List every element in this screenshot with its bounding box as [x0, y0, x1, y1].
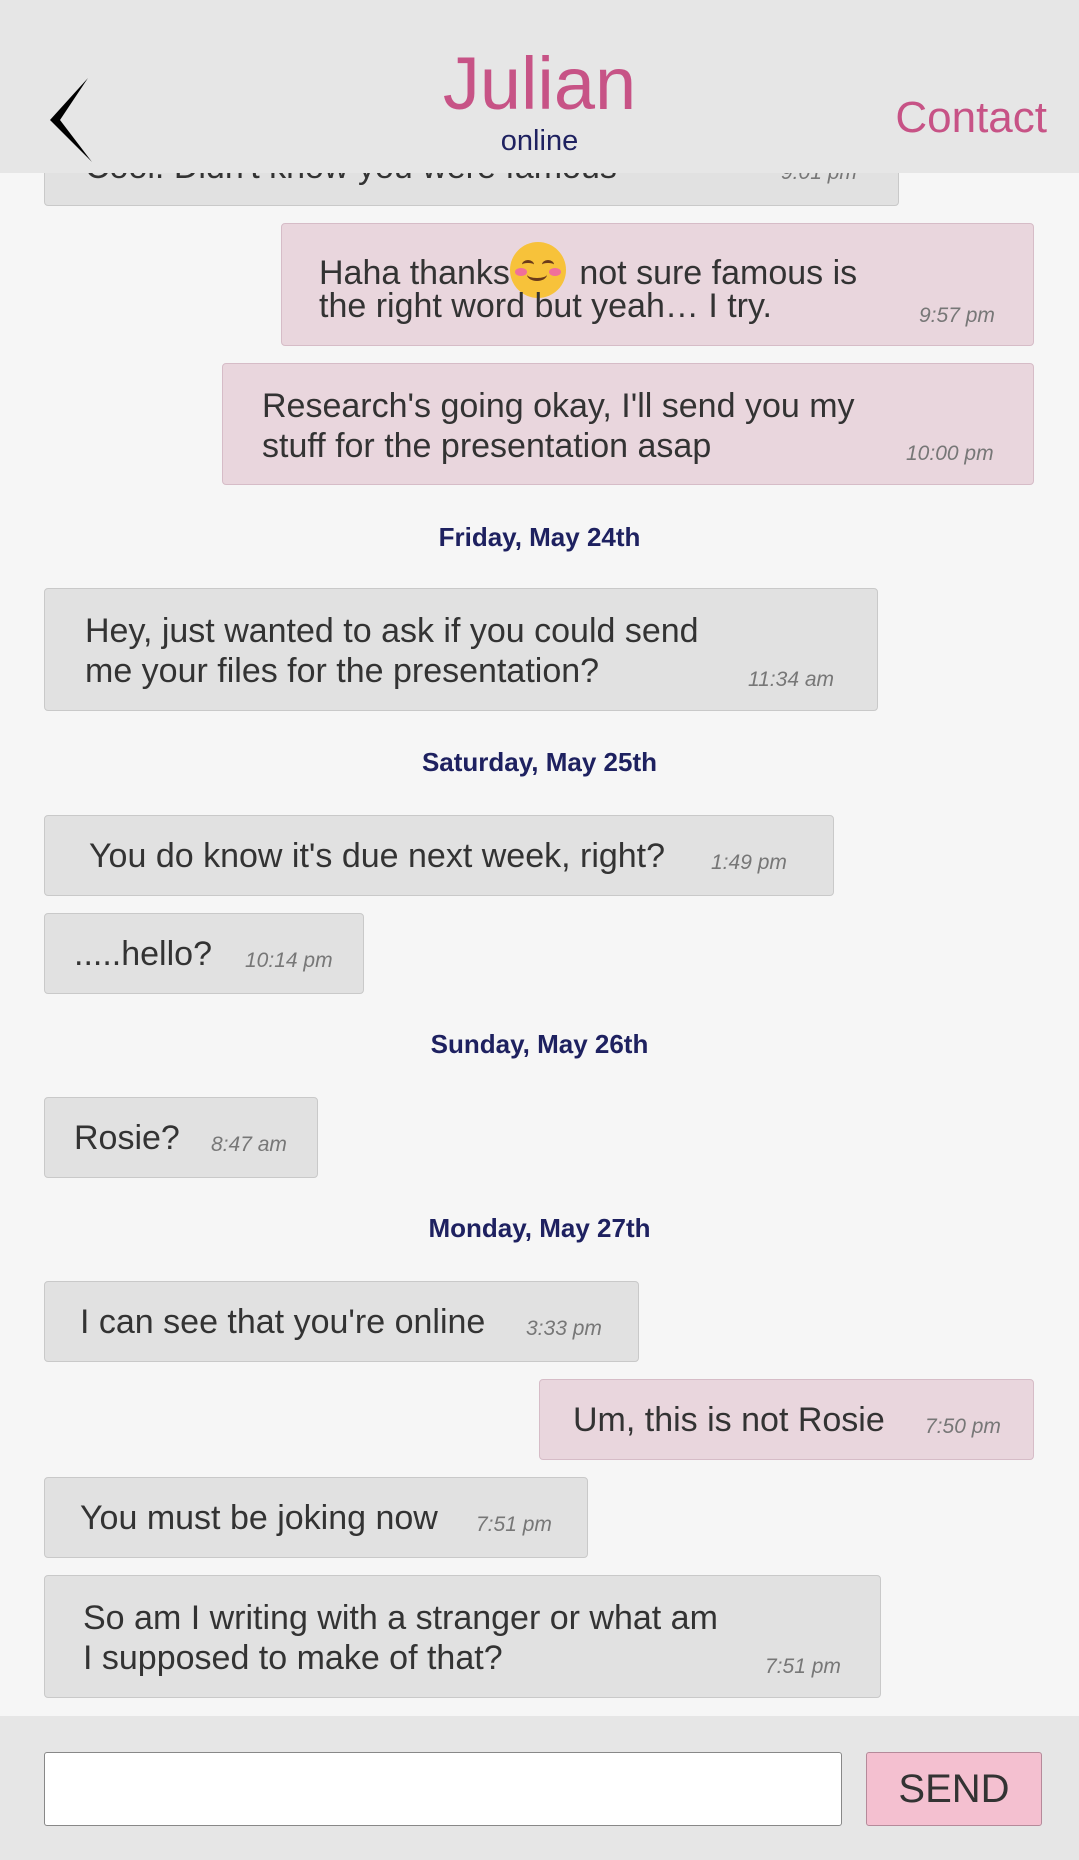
- message-list[interactable]: Cool. Didn't know you were famous 9:01 p…: [0, 0, 1079, 1716]
- message-text-line-1: Research's going okay, I'll send you my: [262, 387, 855, 425]
- day-separator: Friday, May 24th: [438, 522, 641, 552]
- day-separator: Sunday, May 26th: [430, 1029, 649, 1059]
- message-time: 7:50 pm: [925, 1415, 1001, 1438]
- message-incoming: So am I writing with a stranger or what …: [44, 1575, 881, 1698]
- message-outgoing: Haha thanks not sure famous is the right…: [281, 223, 1034, 346]
- send-button[interactable]: SEND: [866, 1752, 1042, 1826]
- message-outgoing: Um, this is not Rosie 7:50 pm: [539, 1379, 1034, 1460]
- message-time: 9:57 pm: [919, 304, 995, 327]
- message-text-line-2: the right word but yeah… I try.: [319, 287, 772, 325]
- day-separator: Monday, May 27th: [428, 1213, 651, 1243]
- message-time: 10:14 pm: [245, 949, 333, 972]
- message-text-line-2: stuff for the presentation asap: [262, 427, 712, 465]
- composer: SEND: [0, 1716, 1079, 1860]
- message-text: I can see that you're online: [80, 1303, 486, 1341]
- message-text-line-1: So am I writing with a stranger or what …: [83, 1599, 718, 1637]
- message-text-line-1: Hey, just wanted to ask if you could sen…: [85, 612, 699, 650]
- message-text: .....hello?: [74, 935, 212, 973]
- message-input[interactable]: [44, 1752, 842, 1826]
- message-incoming: You must be joking now 7:51 pm: [44, 1477, 588, 1558]
- message-outgoing: Research's going okay, I'll send you my …: [222, 363, 1034, 485]
- message-time: 10:00 pm: [906, 442, 994, 465]
- message-incoming: .....hello? 10:14 pm: [44, 913, 364, 994]
- message-time: 1:49 pm: [711, 851, 787, 874]
- contact-button[interactable]: Contact: [895, 92, 1047, 144]
- message-incoming: Hey, just wanted to ask if you could sen…: [44, 588, 878, 711]
- message-incoming: I can see that you're online 3:33 pm: [44, 1281, 639, 1362]
- message-incoming: Rosie? 8:47 am: [44, 1097, 318, 1178]
- message-time: 8:47 am: [211, 1133, 287, 1156]
- message-text: Rosie?: [74, 1119, 180, 1157]
- message-text-line-2: I supposed to make of that?: [83, 1639, 503, 1677]
- message-text: You must be joking now: [80, 1499, 438, 1537]
- message-time: 11:34 am: [748, 668, 834, 691]
- day-separator: Saturday, May 25th: [421, 747, 658, 777]
- message-text-line-2: me your files for the presentation?: [85, 652, 600, 690]
- chat-header: Julian online Contact: [0, 0, 1079, 173]
- message-incoming: You do know it's due next week, right? 1…: [44, 815, 834, 896]
- message-time: 3:33 pm: [526, 1317, 602, 1340]
- message-text: Um, this is not Rosie: [573, 1401, 885, 1439]
- message-text: You do know it's due next week, right?: [89, 837, 666, 875]
- message-time: 7:51 pm: [765, 1655, 841, 1678]
- message-time: 7:51 pm: [476, 1513, 552, 1536]
